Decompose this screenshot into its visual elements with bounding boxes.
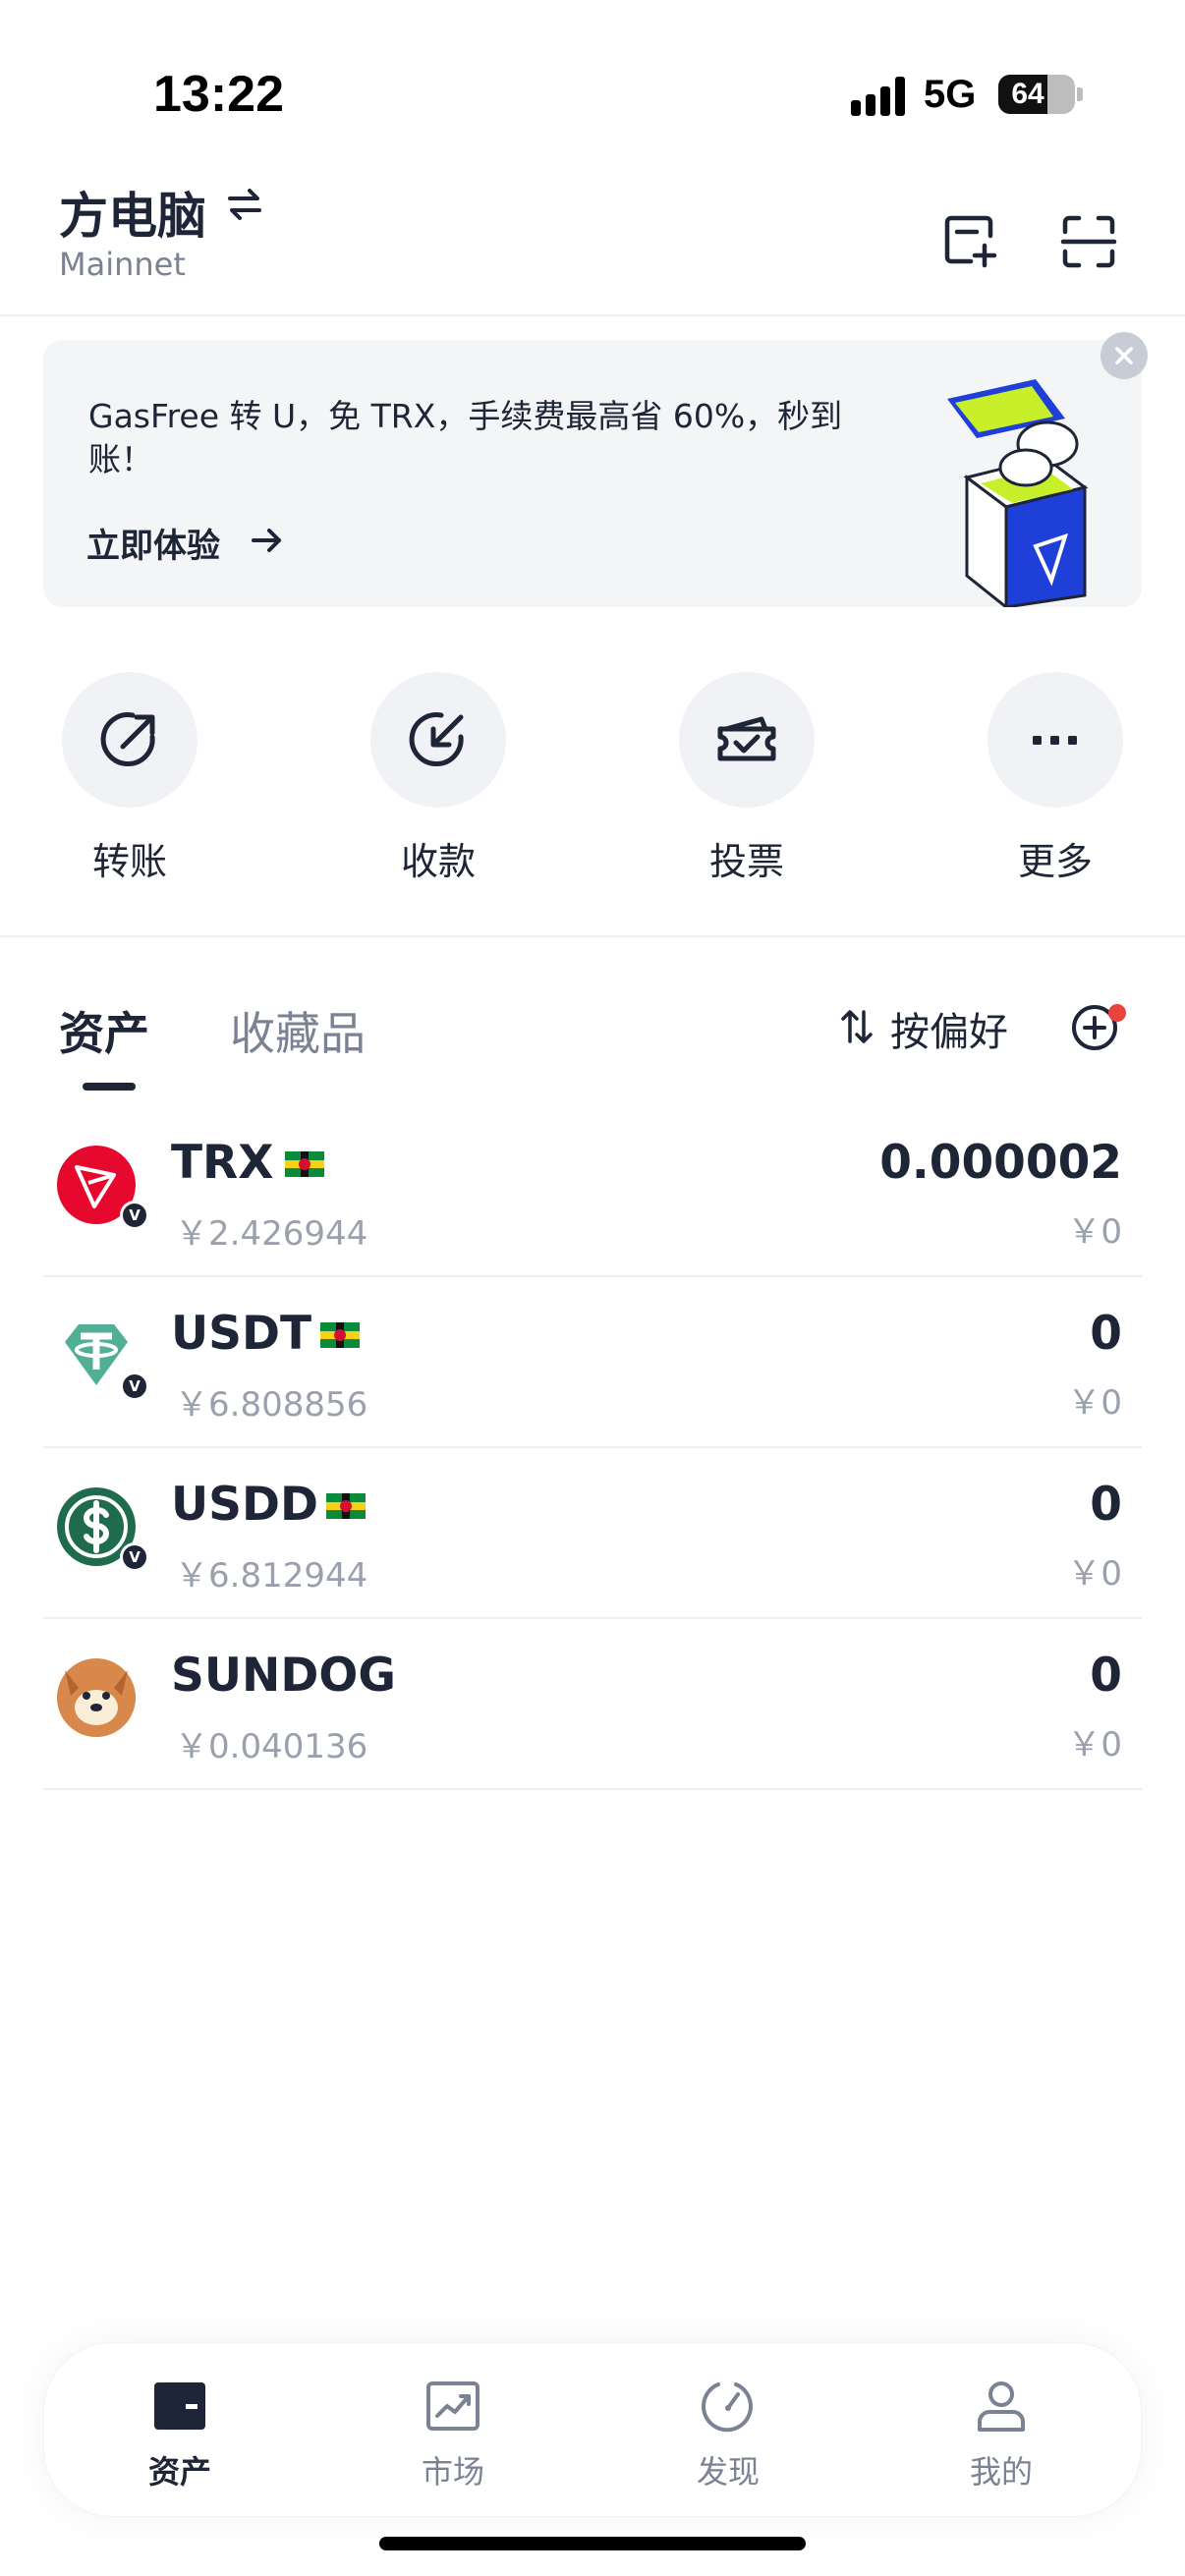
receive-action[interactable]: 收款 <box>360 672 517 885</box>
token-row-usdd[interactable]: V USDD ￥6.812944 0 ￥0 <box>43 1448 1142 1619</box>
switch-wallet-icon[interactable] <box>224 185 265 224</box>
active-tab-indicator <box>83 1083 136 1091</box>
receive-button[interactable] <box>370 672 506 808</box>
token-value: ￥0 <box>1067 1212 1122 1252</box>
token-value: ￥0 <box>1067 1725 1122 1764</box>
more-action[interactable]: 更多 <box>977 672 1134 885</box>
token-row-sundog[interactable]: SUNDOG ￥0.040136 0 ￥0 <box>43 1619 1142 1790</box>
nav-discover-label: 发现 <box>696 2453 760 2491</box>
section-divider <box>0 935 1185 937</box>
chart-trend-icon <box>426 2381 480 2431</box>
arrow-right-icon[interactable] <box>248 523 287 558</box>
gift-box-illustration <box>947 379 1089 607</box>
close-icon <box>1115 347 1133 364</box>
network-type: 5G <box>924 73 977 116</box>
tab-collectibles[interactable]: 收藏品 <box>230 998 366 1063</box>
nav-me-label: 我的 <box>969 2453 1033 2491</box>
transfer-button[interactable] <box>62 672 198 808</box>
sort-icon[interactable] <box>839 1006 875 1047</box>
banner-text: GasFree 转 U，免 TRX，手续费最高省 60%，秒到账！ <box>88 397 843 478</box>
nav-assets[interactable]: 资产 <box>91 2379 268 2492</box>
wallet-icon <box>154 2382 205 2430</box>
token-value: ￥0 <box>1067 1554 1122 1594</box>
verified-badge: V <box>120 1542 149 1572</box>
token-value: ￥0 <box>1067 1383 1122 1423</box>
nav-discover[interactable]: 发现 <box>640 2379 817 2492</box>
close-banner-button[interactable] <box>1100 332 1148 379</box>
more-dots-icon <box>1033 736 1077 745</box>
wallet-header: 方电脑 Mainnet <box>0 147 1185 316</box>
bottom-nav: 资产 市场 发现 我的 <box>43 2342 1142 2517</box>
token-price: ￥6.808856 <box>175 1385 368 1425</box>
transfer-out-icon <box>100 712 155 766</box>
battery-icon: 64 <box>998 75 1075 114</box>
verified-badge: V <box>120 1372 149 1401</box>
nav-assets-label: 资产 <box>147 2453 211 2491</box>
vote-button[interactable] <box>679 672 815 808</box>
battery-level: 64 <box>1011 78 1044 110</box>
receive-label: 收款 <box>400 840 476 883</box>
verified-badge: V <box>120 1201 149 1230</box>
receive-in-icon <box>409 712 464 766</box>
more-button[interactable] <box>988 672 1123 808</box>
vote-action[interactable]: 投票 <box>668 672 825 885</box>
scan-icon[interactable] <box>1059 212 1118 271</box>
token-amount: 0.000002 <box>879 1136 1122 1190</box>
home-indicator <box>379 2537 806 2550</box>
token-price: ￥2.426944 <box>175 1214 368 1254</box>
status-time: 13:22 <box>153 66 284 123</box>
flag-icon <box>320 1322 360 1348</box>
token-price: ￥0.040136 <box>175 1727 368 1766</box>
wallet-name[interactable]: 方电脑 <box>59 177 206 248</box>
token-symbol: SUNDOG <box>171 1649 396 1703</box>
token-amount: 0 <box>1090 1307 1122 1361</box>
compass-icon <box>702 2382 753 2433</box>
add-wallet-icon[interactable] <box>941 212 1000 271</box>
token-row-trx[interactable]: V TRX ￥2.426944 0.000002 ￥0 <box>43 1106 1142 1277</box>
battery-cap <box>1077 87 1083 101</box>
sundog-logo <box>57 1658 136 1737</box>
transfer-action[interactable]: 转账 <box>51 672 208 885</box>
dog-face-icon <box>57 1658 136 1737</box>
promo-banner[interactable]: GasFree 转 U，免 TRX，手续费最高省 60%，秒到账！ 立即体验 <box>43 340 1142 607</box>
nav-me[interactable]: 我的 <box>913 2379 1090 2492</box>
token-symbol: USDT <box>171 1307 312 1361</box>
signal-icon <box>851 77 906 116</box>
network-label: Mainnet <box>59 246 186 283</box>
sort-button[interactable]: 按偏好 <box>890 1000 1008 1057</box>
token-symbol: TRX <box>171 1136 274 1190</box>
token-amount: 0 <box>1090 1478 1122 1532</box>
flag-icon <box>326 1493 366 1519</box>
notification-dot <box>1108 1004 1126 1022</box>
nav-market-label: 市场 <box>421 2453 484 2491</box>
user-icon <box>978 2381 1025 2432</box>
tab-assets[interactable]: 资产 <box>59 998 149 1063</box>
more-label: 更多 <box>1017 840 1093 883</box>
token-row-usdt[interactable]: V USDT ￥6.808856 0 ￥0 <box>43 1277 1142 1448</box>
token-amount: 0 <box>1090 1649 1122 1703</box>
token-symbol: USDD <box>171 1478 319 1532</box>
status-bar: 13:22 5G 64 <box>0 0 1185 147</box>
flag-icon <box>285 1151 324 1177</box>
nav-market[interactable]: 市场 <box>365 2379 541 2492</box>
vote-label: 投票 <box>708 840 784 883</box>
banner-cta[interactable]: 立即体验 <box>86 519 220 567</box>
transfer-label: 转账 <box>91 840 167 883</box>
ticket-vote-icon <box>717 716 776 761</box>
token-price: ￥6.812944 <box>175 1556 368 1596</box>
